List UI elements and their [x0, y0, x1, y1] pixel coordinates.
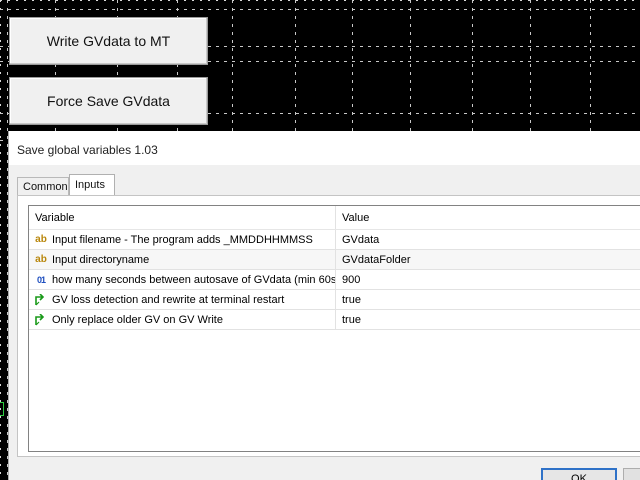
grid-line: [0, 9, 640, 10]
variable-label: how many seconds between autosave of GVd…: [52, 273, 336, 286]
column-header-value[interactable]: Value: [336, 212, 640, 224]
variable-label: Input filename - The program adds _MMDDH…: [52, 233, 313, 246]
write-gvdata-button[interactable]: Write GVdata to MT: [9, 17, 208, 65]
table-row[interactable]: ab Input directoryname GVdataFolder: [29, 250, 640, 270]
value-cell[interactable]: true: [336, 314, 640, 326]
value-cell[interactable]: 900: [336, 274, 640, 286]
chart-marker: [0, 402, 4, 416]
force-save-gvdata-button[interactable]: Force Save GVdata: [9, 77, 208, 125]
properties-dialog: Save global variables 1.03 Common Inputs…: [8, 131, 640, 480]
bool-type-icon: [34, 313, 48, 326]
tab-inputs[interactable]: Inputs: [69, 174, 115, 197]
inputs-table: Variable Value ab Input filename - The p…: [28, 205, 640, 452]
value-cell[interactable]: GVdataFolder: [336, 254, 640, 266]
column-header-variable[interactable]: Variable: [29, 206, 336, 229]
value-cell[interactable]: GVdata: [336, 234, 640, 246]
variable-label: Input directoryname: [52, 253, 150, 266]
string-type-icon: ab: [35, 254, 47, 265]
table-row[interactable]: GV loss detection and rewrite at termina…: [29, 290, 640, 310]
table-row[interactable]: ab Input filename - The program adds _MM…: [29, 230, 640, 250]
string-type-icon: ab: [35, 234, 47, 245]
variable-cell: ab Input directoryname: [29, 250, 336, 269]
variable-label: GV loss detection and rewrite at termina…: [52, 293, 285, 306]
value-cell[interactable]: true: [336, 294, 640, 306]
cancel-button[interactable]: [623, 468, 640, 480]
integer-type-icon: 01: [36, 274, 46, 285]
tab-common[interactable]: Common: [17, 177, 69, 196]
dialog-title: Save global variables 1.03: [9, 131, 640, 165]
variable-cell: ab Input filename - The program adds _MM…: [29, 230, 336, 249]
inputs-panel: Variable Value ab Input filename - The p…: [17, 195, 640, 457]
table-row[interactable]: 01 how many seconds between autosave of …: [29, 270, 640, 290]
table-row[interactable]: Only replace older GV on GV Write true: [29, 310, 640, 330]
table-header: Variable Value: [29, 206, 640, 230]
variable-cell: 01 how many seconds between autosave of …: [29, 270, 336, 289]
variable-label: Only replace older GV on GV Write: [52, 313, 223, 326]
ok-button[interactable]: OK: [541, 468, 617, 480]
bool-type-icon: [34, 293, 48, 306]
variable-cell: Only replace older GV on GV Write: [29, 310, 336, 329]
variable-cell: GV loss detection and rewrite at termina…: [29, 290, 336, 309]
